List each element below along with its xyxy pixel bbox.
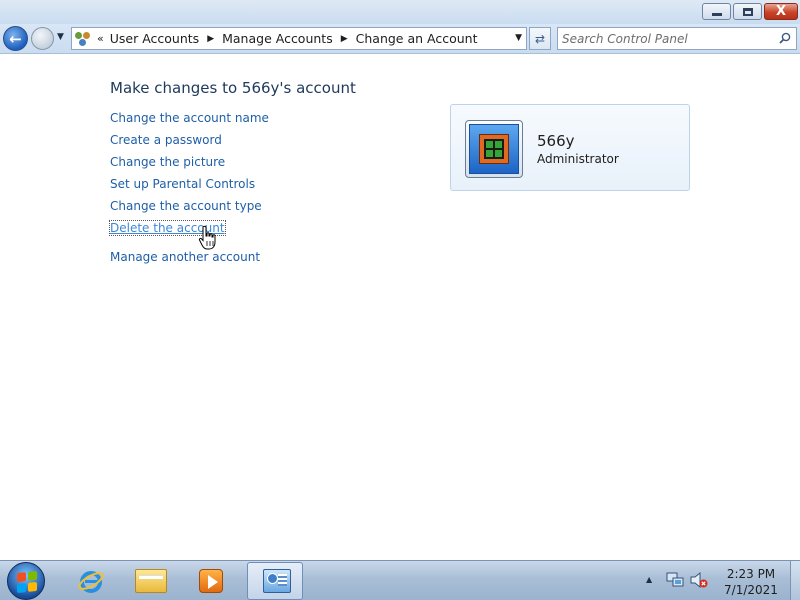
account-name: 566y <box>537 132 575 150</box>
start-button[interactable] <box>7 562 45 600</box>
account-card: 566y Administrator <box>450 104 690 191</box>
windows-logo-icon <box>17 570 37 594</box>
breadcrumb-manage-accounts[interactable]: Manage Accounts <box>222 31 333 46</box>
account-role: Administrator <box>537 152 619 166</box>
close-icon: X <box>775 4 787 19</box>
maximize-icon <box>742 7 753 16</box>
internet-explorer-icon <box>78 571 104 593</box>
navigation-bar: ← ▼ « User Accounts ▶ Manage Accounts ▶ … <box>0 24 800 54</box>
change-account-type-link[interactable]: Change the account type <box>110 199 262 213</box>
minimize-icon <box>711 13 722 16</box>
breadcrumb-arrow-icon[interactable]: ▶ <box>341 34 348 44</box>
change-picture-link[interactable]: Change the picture <box>110 155 225 169</box>
breadcrumb-overflow[interactable]: « <box>97 32 104 45</box>
close-button[interactable]: X <box>764 3 798 20</box>
change-account-name-link[interactable]: Change the account name <box>110 111 269 125</box>
search-icon[interactable] <box>779 32 791 44</box>
taskbar: ▲ 2:23 PM 7/1/2021 <box>0 560 800 600</box>
back-button[interactable]: ← <box>3 26 28 51</box>
minimize-button[interactable] <box>702 3 731 20</box>
recent-pages-dropdown[interactable]: ▼ <box>57 32 67 42</box>
hand-cursor-icon <box>198 225 216 250</box>
title-bar: X <box>0 0 800 24</box>
user-accounts-icon <box>75 31 91 47</box>
breadcrumb-arrow-icon[interactable]: ▶ <box>207 34 214 44</box>
account-picture <box>465 120 523 178</box>
breadcrumb-change-an-account[interactable]: Change an Account <box>356 31 478 46</box>
back-arrow-icon: ← <box>9 29 22 48</box>
create-password-link[interactable]: Create a password <box>110 133 222 147</box>
system-clock[interactable]: 2:23 PM 7/1/2021 <box>716 566 786 598</box>
page-title: Make changes to 566y's account <box>110 79 356 97</box>
network-icon[interactable] <box>666 571 684 589</box>
window-tile-icon <box>484 139 504 159</box>
media-player-icon <box>199 569 223 593</box>
volume-muted-icon[interactable] <box>690 571 708 589</box>
address-dropdown-icon[interactable]: ▼ <box>515 33 522 43</box>
search-input[interactable] <box>562 30 772 47</box>
search-box[interactable] <box>557 27 797 50</box>
taskbar-internet-explorer[interactable] <box>63 562 119 600</box>
address-bar[interactable]: « User Accounts ▶ Manage Accounts ▶ Chan… <box>71 27 527 50</box>
chevron-down-icon: ▼ <box>57 32 64 42</box>
taskbar-media-player[interactable] <box>183 562 239 600</box>
parental-controls-link[interactable]: Set up Parental Controls <box>110 177 255 191</box>
content-pane: Make changes to 566y's account Change th… <box>0 55 800 560</box>
manage-another-account-link[interactable]: Manage another account <box>110 250 260 264</box>
folder-icon <box>135 569 167 593</box>
show-desktop-button[interactable] <box>790 561 800 600</box>
task-list: Change the account name Create a passwor… <box>109 111 269 243</box>
refresh-icon: ⇄ <box>534 31 546 46</box>
maximize-button[interactable] <box>733 3 762 20</box>
clock-time: 2:23 PM <box>726 567 776 581</box>
clock-date: 7/1/2021 <box>724 583 778 597</box>
breadcrumb-user-accounts[interactable]: User Accounts <box>110 31 199 46</box>
refresh-button[interactable]: ⇄ <box>529 27 551 50</box>
control-panel-icon <box>263 569 291 593</box>
taskbar-windows-explorer[interactable] <box>123 562 179 600</box>
forward-button[interactable] <box>31 27 54 50</box>
taskbar-control-panel[interactable] <box>247 562 303 600</box>
show-hidden-icons-button[interactable]: ▲ <box>646 575 652 584</box>
